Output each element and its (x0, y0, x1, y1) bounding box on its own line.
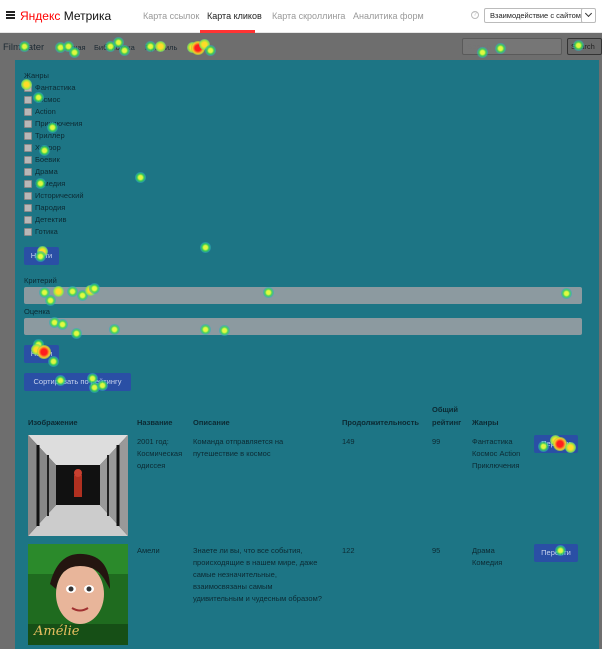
logo-product: Метрика (63, 9, 112, 23)
metrika-toolbar: Яндекс Метрика Карта ссылок Карта кликов… (0, 0, 602, 33)
tab-link-map[interactable]: Карта ссылок (143, 11, 199, 21)
movie-name-line: Амели (137, 546, 160, 555)
genre-label: Готика (35, 227, 58, 236)
movie-rating: 95 (432, 546, 441, 555)
poster-2001-image (28, 435, 128, 536)
genre-label: Драма (35, 167, 58, 176)
menu-icon[interactable] (6, 11, 15, 19)
description-line: путешествие в космос (193, 449, 271, 458)
nav-library[interactable]: Библиотека (94, 43, 135, 52)
tab-click-map[interactable]: Карта кликов (207, 11, 262, 21)
description-line: Команда отправляется на (193, 437, 284, 446)
description-line: удивительным и чудесным образом? (193, 594, 322, 603)
rating-slider[interactable] (24, 318, 582, 335)
genre-label: Исторический (35, 191, 84, 200)
header-rating-line2: рейтинг (432, 418, 462, 427)
header-name: Название (137, 418, 173, 427)
genre-line: Приключения (472, 461, 520, 470)
genre-label: Детектив (35, 215, 67, 224)
description-line: Знаете ли вы, что все события, (193, 546, 303, 555)
metrika-logo[interactable]: Яндекс Метрика (20, 9, 111, 23)
movie-genres: Драма Комедия (472, 545, 502, 569)
tab-scroll-map[interactable]: Карта скроллинга (272, 11, 345, 21)
header-genres: Жанры (472, 418, 499, 427)
site-brand[interactable]: FilmRater (3, 42, 44, 53)
genre-line: Драма (472, 546, 495, 555)
header-description: Описание (193, 418, 230, 427)
dropdown-button[interactable] (581, 8, 596, 23)
movie-name-line: Космическая (137, 449, 183, 458)
rating-title: Оценка (24, 307, 50, 316)
genre-label: Боевик (35, 155, 60, 164)
genre-label: Приключения (35, 119, 83, 128)
search-button[interactable]: Search (567, 38, 602, 55)
sort-by-rating-button[interactable]: Сортировать по рейтингу (24, 373, 131, 391)
movie-poster[interactable] (28, 435, 128, 536)
movie-name-line: 2001 год: (137, 437, 169, 446)
genre-label: Action (35, 107, 56, 116)
genre-label: Фантастика (35, 83, 76, 92)
logo-brand: Яндекс (20, 9, 61, 23)
go-button[interactable]: Перейти (534, 435, 578, 453)
criteria-slider[interactable] (24, 287, 582, 304)
content-panel: Жанры Фантастика Космос Action Приключен… (15, 60, 599, 649)
genre-label: Триллер (35, 131, 65, 140)
movie-name: Амели (137, 545, 160, 557)
movie-rating: 99 (432, 437, 441, 446)
movie-duration: 149 (342, 437, 355, 446)
header-rating-line1: Общий (432, 405, 459, 414)
genre-line: Комедия (472, 558, 503, 567)
movie-description: Команда отправляется на путешествие в ко… (193, 436, 283, 460)
movie-description: Знаете ли вы, что все события, происходя… (193, 545, 322, 605)
movie-name-line: одиссея (137, 461, 166, 470)
movie-duration: 122 (342, 546, 355, 555)
nav-home[interactable]: Главная (57, 43, 86, 52)
genre-label: Комедия (35, 179, 66, 188)
movie-poster[interactable]: Amélie (28, 544, 128, 645)
genre-label: Космос (35, 95, 61, 104)
header-image: Изображение (28, 418, 78, 427)
go-button[interactable]: Перейти (534, 544, 578, 562)
header-rating: Общий рейтинг (432, 405, 461, 428)
poster-title: Amélie (34, 624, 80, 639)
chevron-down-icon (584, 9, 593, 18)
genre-label: Хоррор (35, 143, 61, 152)
movie-name: 2001 год: Космическая одиссея (137, 436, 182, 472)
criteria-title: Критерий (24, 276, 57, 285)
site-interaction-button[interactable]: Взаимодействие с сайтом (484, 8, 587, 23)
search-input[interactable] (462, 38, 562, 55)
tab-form-analytics[interactable]: Аналитика форм (353, 11, 424, 21)
genre-line: Космос Action (472, 449, 521, 458)
description-line: самые незначительные, (193, 570, 277, 579)
site-navbar: FilmRater Главная Библиотека Профиль Вой… (0, 33, 602, 60)
movie-genres: Фантастика Космос Action Приключения (472, 436, 520, 472)
description-line: взаимосвязаны самым (193, 582, 273, 591)
genre-label: Пародия (35, 203, 66, 212)
site-viewport: FilmRater Главная Библиотека Профиль Вой… (0, 33, 602, 649)
nav-login[interactable]: Войти (188, 43, 209, 52)
description-line: происходящие в нашем мире, даже (193, 558, 318, 567)
genres-title: Жанры (24, 71, 49, 80)
info-icon[interactable]: ? (471, 11, 479, 19)
find-button-2[interactable]: Найти (24, 345, 59, 363)
nav-profile[interactable]: Профиль (145, 43, 177, 52)
find-button[interactable]: Найти (24, 247, 59, 265)
header-duration: Продолжительность (342, 418, 419, 427)
genre-line: Фантастика (472, 437, 513, 446)
